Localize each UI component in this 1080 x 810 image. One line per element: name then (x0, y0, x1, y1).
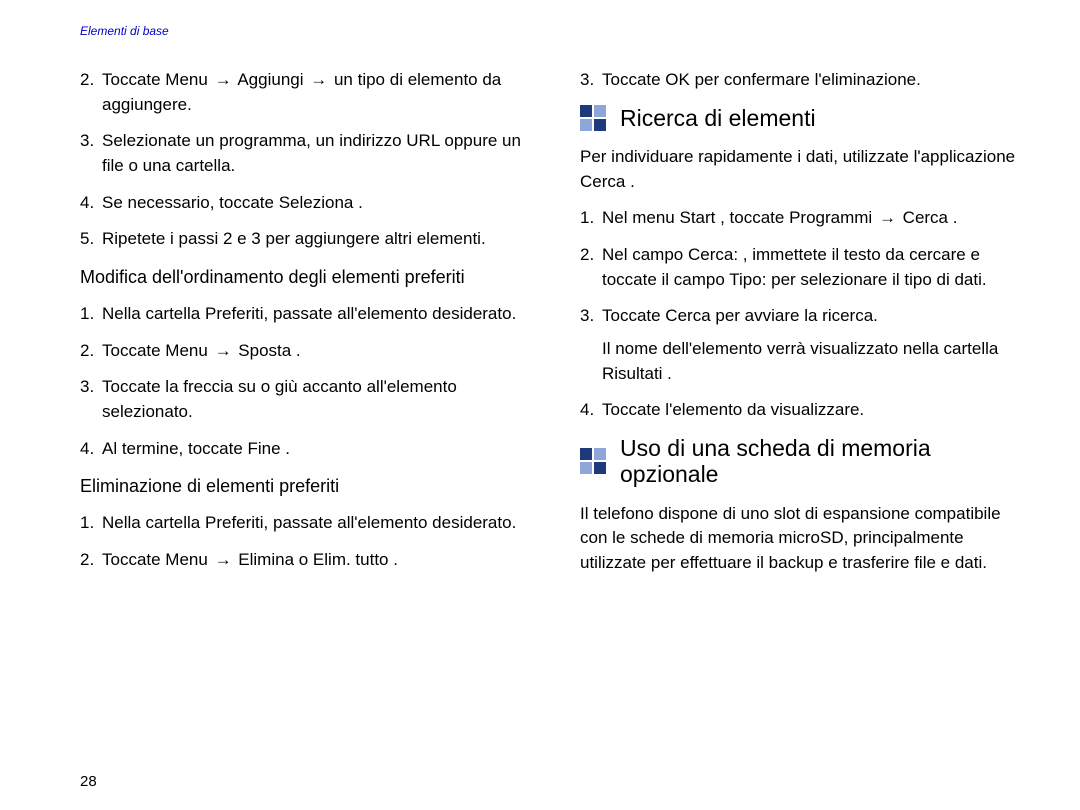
step-text: Se necessario, toccate Seleziona . (102, 193, 363, 212)
step-number: 2. (580, 243, 594, 268)
steps-c: 1. Nella cartella Preferiti, passate all… (80, 511, 532, 572)
arrow-right-icon: → (213, 68, 234, 93)
paragraph: Per individuare rapidamente i dati, util… (580, 145, 1032, 194)
step-item: 1. Nel menu Start , toccate Programmi → … (580, 206, 1032, 231)
step-item: 3. Toccate OK per confermare l'eliminazi… (580, 68, 1032, 93)
running-header: Elementi di base (80, 24, 169, 38)
step-item: 3. Toccate la freccia su o giù accanto a… (80, 375, 532, 424)
page-number: 28 (80, 773, 97, 790)
step-item: 1. Nella cartella Preferiti, passate all… (80, 302, 532, 327)
step-item: 3. Selezionate un programma, un indirizz… (80, 129, 532, 178)
section-title: Ricerca di elementi (620, 105, 816, 131)
step-number: 5. (80, 227, 94, 252)
arrow-right-icon: → (213, 548, 234, 573)
step-number: 4. (80, 191, 94, 216)
step-item: 2. Toccate Menu → Sposta . (80, 339, 532, 364)
grid-bullet-icon (580, 448, 606, 474)
step-text: Toccate Menu → Aggiungi → un tipo di ele… (102, 70, 501, 114)
step-text: Toccate Cerca per avviare la ricerca. (602, 306, 878, 325)
step-number: 3. (80, 375, 94, 400)
left-column: 2. Toccate Menu → Aggiungi → un tipo di … (80, 68, 532, 588)
sub-heading-delete: Eliminazione di elementi preferiti (80, 473, 532, 499)
step-text: Nel menu Start , toccate Programmi → Cer… (602, 208, 957, 227)
paragraph: Il telefono dispone di uno slot di espan… (580, 502, 1032, 576)
step-item: 3. Toccate Cerca per avviare la ricerca.… (580, 304, 1032, 386)
steps-top-right: 3. Toccate OK per confermare l'eliminazi… (580, 68, 1032, 93)
arrow-right-icon: → (308, 68, 329, 93)
step-number: 1. (80, 511, 94, 536)
step-text: Toccate l'elemento da visualizzare. (602, 400, 864, 419)
step-note: Il nome dell'elemento verrà visualizzato… (602, 337, 1032, 386)
steps-b: 1. Nella cartella Preferiti, passate all… (80, 302, 532, 461)
step-number: 2. (80, 68, 94, 93)
steps-search: 1. Nel menu Start , toccate Programmi → … (580, 206, 1032, 422)
section-heading-search: Ricerca di elementi (580, 105, 1032, 131)
step-number: 4. (580, 398, 594, 423)
step-text: Toccate OK per confermare l'eliminazione… (602, 70, 921, 89)
step-item: 4. Se necessario, toccate Seleziona . (80, 191, 532, 216)
step-text: Al termine, toccate Fine . (102, 439, 290, 458)
step-text: Nella cartella Preferiti, passate all'el… (102, 513, 516, 532)
section-heading-memory: Uso di una scheda di memoria opzionale (580, 435, 1032, 488)
step-item: 2. Toccate Menu → Aggiungi → un tipo di … (80, 68, 532, 117)
step-number: 2. (80, 339, 94, 364)
arrow-right-icon: → (213, 339, 234, 364)
arrow-right-icon: → (877, 206, 898, 231)
step-number: 2. (80, 548, 94, 573)
step-text: Ripetete i passi 2 e 3 per aggiungere al… (102, 229, 486, 248)
step-number: 3. (580, 304, 594, 329)
step-text: Toccate la freccia su o giù accanto all'… (102, 377, 457, 421)
step-item: 1. Nella cartella Preferiti, passate all… (80, 511, 532, 536)
step-text: Toccate Menu → Sposta . (102, 341, 301, 360)
step-number: 3. (580, 68, 594, 93)
step-item: 4. Toccate l'elemento da visualizzare. (580, 398, 1032, 423)
step-item: 2. Toccate Menu → Elimina o Elim. tutto … (80, 548, 532, 573)
grid-bullet-icon (580, 105, 606, 131)
step-number: 3. (80, 129, 94, 154)
sub-heading-reorder: Modifica dell'ordinamento degli elementi… (80, 264, 532, 290)
step-item: 2. Nel campo Cerca: , immettete il testo… (580, 243, 1032, 292)
step-number: 1. (580, 206, 594, 231)
steps-a: 2. Toccate Menu → Aggiungi → un tipo di … (80, 68, 532, 252)
section-title: Uso di una scheda di memoria opzionale (620, 435, 1032, 488)
step-text: Toccate Menu → Elimina o Elim. tutto . (102, 550, 398, 569)
content-columns: 2. Toccate Menu → Aggiungi → un tipo di … (80, 68, 1032, 588)
step-number: 4. (80, 437, 94, 462)
right-column: 3. Toccate OK per confermare l'eliminazi… (580, 68, 1032, 588)
step-item: 5. Ripetete i passi 2 e 3 per aggiungere… (80, 227, 532, 252)
step-text: Nel campo Cerca: , immettete il testo da… (602, 245, 987, 289)
step-item: 4. Al termine, toccate Fine . (80, 437, 532, 462)
step-number: 1. (80, 302, 94, 327)
step-text: Selezionate un programma, un indirizzo U… (102, 131, 521, 175)
step-text: Nella cartella Preferiti, passate all'el… (102, 304, 516, 323)
